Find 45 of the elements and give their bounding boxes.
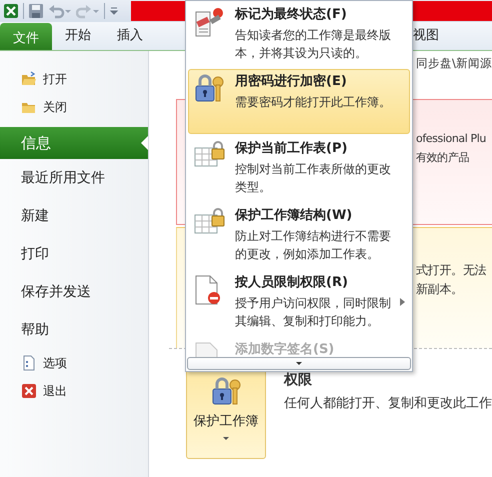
sidebar-item[interactable]: 选项 <box>0 349 148 377</box>
menu-item-description: 需要密码才能打开此工作簿。 <box>235 94 392 111</box>
compatibility-text: 式打开。无法 <box>416 262 488 279</box>
sidebar-item[interactable]: 保存并发送 <box>0 273 148 311</box>
scroll-down-button[interactable] <box>187 357 411 370</box>
sidebar-item[interactable]: 最近所用文件 <box>0 159 148 197</box>
menu-item-title: 保护当前工作表(P) <box>235 140 348 158</box>
sidebar-item[interactable]: 打开 <box>0 65 148 93</box>
menu-item[interactable]: 保护工作簿结构(W) 防止对工作簿结构进行不需要的更改，例如添加工作表。 <box>188 203 410 268</box>
menu-item-description: 防止对工作簿结构进行不需要的更改，例如添加工作表。 <box>235 228 392 263</box>
notice-text: 有效的产品 <box>416 150 470 166</box>
menu-item-description: 控制对当前工作表所做的更改类型。 <box>235 161 392 196</box>
sidebar-item[interactable]: 打印 <box>0 235 148 273</box>
sidebar-item[interactable]: 退出 <box>0 377 148 405</box>
file-path: 同步盘\新闻源 <box>416 56 492 72</box>
menu-item-description: 授予用户访问权限，同时限制其编辑、复制和打印能力。 <box>235 295 392 330</box>
sidebar-item[interactable]: 信息 <box>0 127 148 159</box>
caret-icon <box>295 361 303 366</box>
folder-icon <box>21 71 37 87</box>
compatibility-text: 新副本。 <box>416 281 464 298</box>
undo-icon[interactable] <box>48 3 72 19</box>
menu-item[interactable]: 保护当前工作表(P) 控制对当前工作表所做的更改类型。 <box>188 136 410 201</box>
menu-item-description: 告知读者您的工作簿是最终版本，并将其设为只读的。 <box>235 27 392 62</box>
close-icon <box>21 383 37 399</box>
menu-item-title: 标记为最终状态(F) <box>235 6 348 24</box>
sidebar-item[interactable]: 新建 <box>0 197 148 235</box>
document-stamp-icon <box>193 6 225 38</box>
ribbon-tab[interactable]: 插入 <box>104 26 156 50</box>
section-title: 权限 <box>284 371 313 389</box>
notice-text: ofessional Plu <box>416 131 487 147</box>
section-description: 任何人都能打开、复制和更改此工作 <box>284 395 492 412</box>
spreadsheet-app-icon[interactable] <box>3 3 19 19</box>
menu-item-title: 按人员限制权限(R) <box>235 274 349 292</box>
menu-item-title: 添加数字签名(S) <box>235 341 334 357</box>
menu-item-title: 保护工作簿结构(W) <box>235 207 354 225</box>
document-icon <box>21 355 37 371</box>
ribbon-tab[interactable]: 文件 <box>0 23 52 50</box>
menu-item[interactable]: 用密码进行加密(E) 需要密码才能打开此工作簿。 <box>188 69 410 134</box>
caret-icon <box>222 434 230 442</box>
sidebar-item[interactable]: 帮助 <box>0 311 148 349</box>
sidebar-item[interactable]: 关闭 <box>0 93 148 121</box>
ribbon-tab[interactable]: 开始 <box>52 26 104 50</box>
menu-item-title: 用密码进行加密(E) <box>235 73 348 91</box>
save-icon[interactable] <box>28 3 44 19</box>
menu-item[interactable]: 按人员限制权限(R) 授予用户访问权限，同时限制其编辑、复制和打印能力。 <box>188 270 410 335</box>
